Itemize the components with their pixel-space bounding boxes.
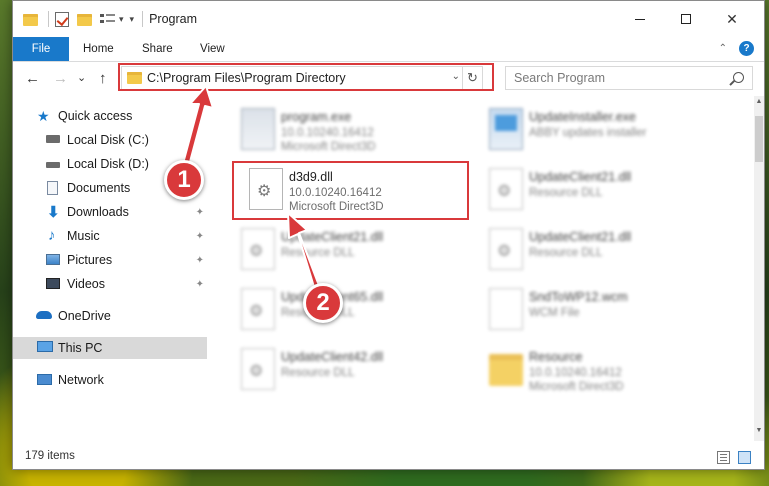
step-1-badge: 1 — [164, 160, 204, 200]
step-2-badge: 2 — [303, 283, 343, 323]
annotation-arrows — [180, 85, 324, 298]
